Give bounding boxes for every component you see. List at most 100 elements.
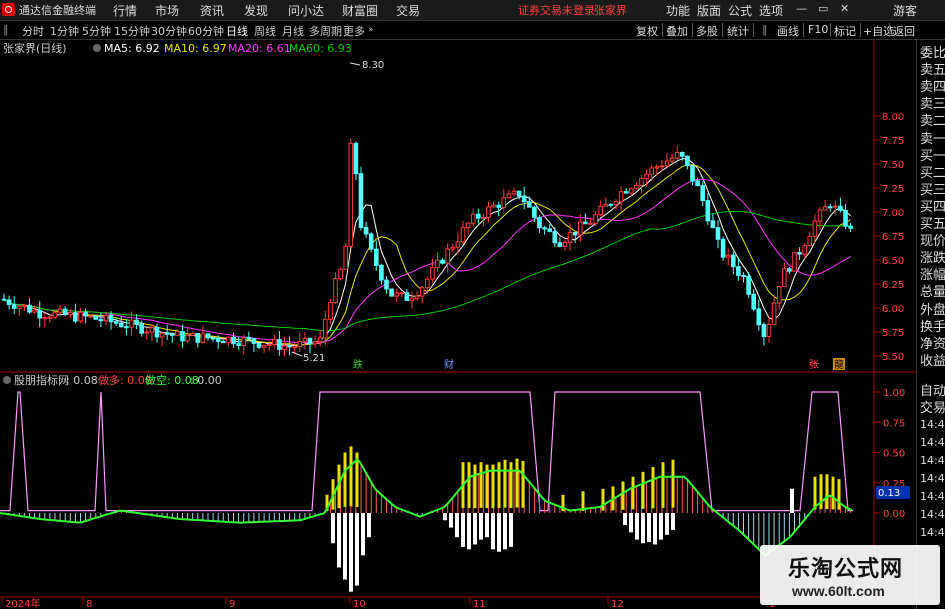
- toolbar-grip-icon-2: ‖: [762, 23, 768, 36]
- candle-body: [583, 221, 588, 225]
- candle-body: [731, 254, 736, 268]
- menu-gongshi[interactable]: 公式: [728, 2, 752, 19]
- candle-body: [338, 268, 343, 280]
- indicator-long-bar: [831, 476, 835, 510]
- indicator-short-bar: [355, 513, 359, 586]
- candle-body: [302, 337, 308, 343]
- menu-banmian[interactable]: 版面: [697, 2, 721, 19]
- candle-body: [792, 252, 797, 272]
- candle-body: [445, 248, 450, 264]
- marker-gu[interactable]: 龍: [834, 358, 844, 371]
- tool-f10[interactable]: F10: [808, 23, 828, 36]
- side-panel: 委比 卖五 卖四 卖三 卖二 卖一 买一 买二 买三 买四 买五 现价 涨跌 涨幅 总量 外盘 换手 净资 收益 自动…: [916, 40, 945, 609]
- candle-body: [236, 343, 241, 346]
- candle-body: [11, 304, 17, 309]
- period-30min[interactable]: 30分钟: [151, 23, 187, 39]
- indicator-extra: : 0.00: [190, 374, 222, 387]
- candle-body: [17, 305, 22, 309]
- indicator-long-bar: [671, 459, 675, 508]
- period-weekly[interactable]: 周线: [254, 23, 276, 39]
- period-5min[interactable]: 5分钟: [82, 23, 111, 39]
- menu-faxian[interactable]: 发现: [244, 2, 268, 19]
- indicator-settings-icon[interactable]: [3, 376, 11, 384]
- tool-tongji[interactable]: 统计: [727, 23, 749, 39]
- period-multi[interactable]: 多周期: [309, 23, 342, 39]
- period-1min[interactable]: 1分钟: [50, 23, 79, 39]
- indicator-long-bar: [473, 464, 477, 509]
- restore-icon[interactable]: ▭: [818, 2, 828, 15]
- menu-shichang[interactable]: 市场: [155, 2, 179, 19]
- marker-zhang[interactable]: 张: [809, 359, 819, 371]
- side-label[interactable]: 14:48: [920, 508, 945, 521]
- kline-chart[interactable]: 8.00 7.75 7.50 7.25 7.00 6.75 6.50 6.25 6.00 5.75…: [0, 40, 916, 609]
- price-axis-label: 6.75: [882, 232, 904, 243]
- menu-xuanxiang[interactable]: 选项: [759, 2, 783, 19]
- period-fenshi[interactable]: 分时: [22, 23, 44, 39]
- side-label[interactable]: 14:48: [920, 472, 945, 485]
- period-more[interactable]: 更多: [343, 23, 365, 39]
- legend-settings-icon[interactable]: [93, 44, 101, 52]
- candle-body: [103, 314, 109, 322]
- period-60min[interactable]: 60分钟: [188, 23, 224, 39]
- candle-body: [154, 326, 160, 338]
- candle-body: [404, 292, 410, 301]
- candle-body: [119, 322, 124, 328]
- side-label[interactable]: 14:48: [920, 436, 945, 449]
- side-label[interactable]: 14:48: [920, 454, 945, 467]
- guest-label[interactable]: 游客: [893, 2, 917, 19]
- more-chevron-icon[interactable]: »: [368, 25, 374, 35]
- menu-wenxiaoda[interactable]: 问小达: [288, 2, 324, 19]
- candle-body: [328, 302, 333, 320]
- candle-body: [776, 285, 782, 304]
- close-icon[interactable]: ✕: [840, 2, 849, 15]
- candle-body: [175, 331, 180, 336]
- candle-body: [537, 216, 542, 229]
- login-warning[interactable]: 证券交易未登录: [518, 2, 595, 18]
- tool-huaxian[interactable]: 画线: [777, 23, 799, 39]
- tool-fuquan[interactable]: 复权: [636, 23, 658, 39]
- menu-jiaoyi[interactable]: 交易: [396, 2, 420, 19]
- candle-body: [266, 343, 272, 346]
- indicator-short-bar: [790, 488, 794, 513]
- side-label[interactable]: 收益: [920, 350, 945, 369]
- period-daily[interactable]: 日线: [226, 23, 248, 39]
- side-label[interactable]: 14:48: [920, 490, 945, 503]
- indicator-short-bar: [641, 513, 645, 544]
- candle-body: [552, 231, 558, 244]
- indicator-short-bar: [455, 513, 459, 538]
- candle-body: [838, 205, 843, 211]
- tool-fanhui[interactable]: 返回: [893, 23, 915, 39]
- candle-body: [802, 245, 808, 255]
- candle-body: [139, 323, 144, 334]
- candle-body: [440, 259, 445, 264]
- minimize-icon[interactable]: —: [796, 2, 807, 15]
- tool-diejia[interactable]: 叠加: [666, 23, 688, 39]
- candle-body: [450, 246, 456, 250]
- tool-duogu[interactable]: 多股: [696, 23, 718, 39]
- period-15min[interactable]: 15分钟: [114, 23, 150, 39]
- menu-zixun[interactable]: 资讯: [200, 2, 224, 19]
- price-axis-label: 6.00: [882, 304, 904, 315]
- candle-body: [644, 173, 649, 179]
- indicator-long-bar: [641, 471, 645, 509]
- marker-die[interactable]: 跌: [353, 358, 363, 371]
- period-monthly[interactable]: 月线: [282, 23, 304, 39]
- candle-body: [654, 166, 660, 169]
- price-axis-label: 7.00: [882, 208, 904, 219]
- candle-body: [527, 201, 532, 208]
- candle-body: [659, 165, 665, 168]
- side-label[interactable]: 交易: [920, 397, 945, 416]
- side-label[interactable]: 14:48: [920, 418, 945, 431]
- indicator-long-bar: [503, 459, 507, 508]
- marker-cai[interactable]: 财: [444, 358, 454, 371]
- menu-hangqing[interactable]: 行情: [113, 2, 137, 19]
- candle-body: [159, 332, 165, 338]
- menu-caifuquan[interactable]: 财富圈: [342, 2, 378, 19]
- side-label[interactable]: 14:48: [920, 526, 945, 539]
- time-axis-label: 2024年: [5, 597, 40, 609]
- candle-body: [57, 308, 63, 313]
- candle-body: [277, 339, 282, 350]
- tool-biaoji[interactable]: 标记: [834, 23, 856, 39]
- menu-gongneng[interactable]: 功能: [666, 2, 690, 19]
- menu-bar: 通达信金融终端 行情 市场 资讯 发现 问小达 财富圈 交易 证券交易未登录 张…: [0, 0, 945, 21]
